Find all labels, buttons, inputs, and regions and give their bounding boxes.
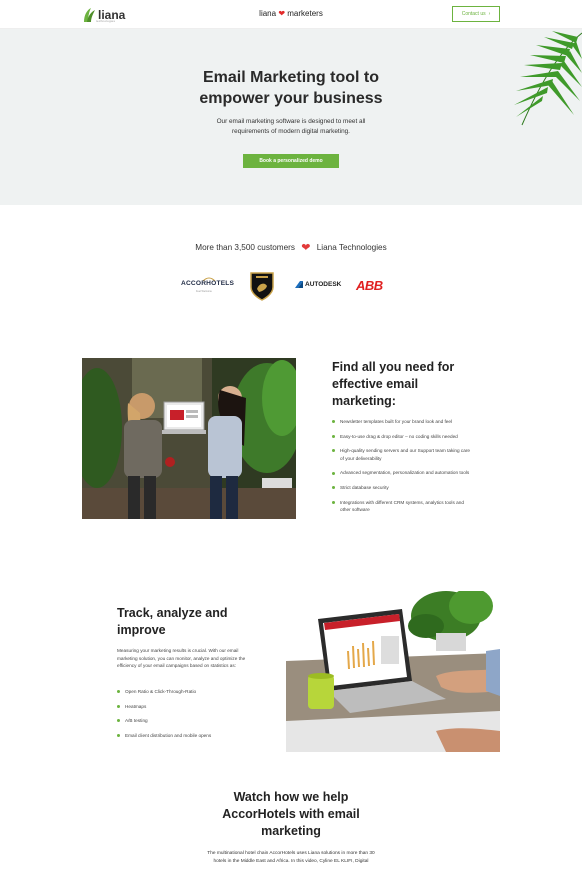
- logo-subtext: technologies: [96, 19, 116, 23]
- laptop-analytics-photo: [286, 591, 500, 752]
- client-logos: ACCORHOTELS Feel Welcome AUTODESK ABB: [0, 270, 582, 304]
- feature1-title-line-3: marketing:: [332, 394, 396, 408]
- feature1-title-line-1: Find all you need for: [332, 360, 455, 374]
- feature2-list: Open Ratio & Click-Through-Ratio Heatmap…: [117, 688, 257, 746]
- video-title-line-1: Watch how we help: [233, 790, 349, 804]
- list-item: Email client distribution and mobile ope…: [117, 732, 257, 740]
- autodesk-logo: AUTODESK: [295, 281, 341, 288]
- hero-title: Email Marketing tool to empower your bus…: [0, 67, 582, 109]
- list-item: Advanced segmentation, personalization a…: [332, 469, 472, 477]
- hero-subtitle: Our email marketing software is designed…: [0, 117, 582, 136]
- video-title-line-2: AccorHotels with email: [222, 807, 360, 821]
- hero-subtitle-line-2: requirements of modern digital marketing…: [232, 127, 350, 135]
- autodesk-text: AUTODESK: [305, 281, 342, 288]
- abb-logo: ABB: [356, 278, 383, 293]
- video-section-description: The multinational hotel chain AccorHotel…: [0, 850, 582, 866]
- heart-icon: ❤: [278, 9, 286, 18]
- office-women-laptop-photo: [82, 358, 296, 519]
- hero-title-line-2: empower your business: [199, 90, 383, 107]
- brand-left: liana: [259, 9, 277, 18]
- accorhotels-tagline: Feel Welcome: [196, 290, 212, 293]
- feature2-title: Track, analyze and improve: [117, 605, 257, 639]
- video-title-line-3: marketing: [261, 824, 321, 838]
- brand-right: marketers: [287, 9, 323, 18]
- list-item: Strict database security: [332, 484, 472, 492]
- heart-icon: ❤: [301, 242, 311, 254]
- chevron-right-icon: ›: [488, 11, 491, 17]
- feature1-title-line-2: effective email: [332, 377, 419, 391]
- customers-tagline: More than 3,500 customers ❤ Liana Techno…: [0, 241, 582, 254]
- video-section-title: Watch how we help AccorHotels with email…: [0, 789, 582, 840]
- video-body-line-1: The multinational hotel chain AccorHotel…: [207, 851, 375, 856]
- hero-section: Email Marketing tool to empower your bus…: [0, 29, 582, 205]
- feature2-title-line-1: Track, analyze and: [117, 606, 228, 620]
- accorhotels-logo: ACCORHOTELS: [181, 280, 235, 287]
- hero-title-line-1: Email Marketing tool to: [202, 69, 379, 86]
- feature2-title-line-2: improve: [117, 623, 166, 637]
- list-item: Easy-to-use drag & drop editor – no codi…: [332, 433, 472, 441]
- customers-count-text: More than 3,500 customers: [195, 243, 295, 252]
- site-header: liana technologies liana ❤ marketers Con…: [0, 0, 582, 29]
- lamborghini-shield-icon: [250, 272, 274, 301]
- book-demo-button[interactable]: Book a personalized demo: [243, 154, 339, 168]
- list-item: Open Ratio & Click-Through-Ratio: [117, 688, 257, 696]
- hero-subtitle-line-1: Our email marketing software is designed…: [216, 118, 366, 125]
- contact-us-label: Contact us: [461, 11, 486, 17]
- customers-company-text: Liana Technologies: [316, 243, 387, 252]
- feature1-title: Find all you need for effective email ma…: [332, 359, 482, 410]
- video-body-line-2: hotels in the Middle East and Africa. In…: [213, 859, 369, 864]
- autodesk-a-icon: [295, 281, 303, 288]
- list-item: Newsletter templates built for your bran…: [332, 418, 472, 426]
- list-item: Heatmaps: [117, 703, 257, 711]
- feature1-list: Newsletter templates built for your bran…: [332, 418, 472, 521]
- contact-us-button[interactable]: Contact us ›: [452, 6, 500, 22]
- list-item: A/B testing: [117, 717, 257, 725]
- list-item: Integrations with different CRM systems,…: [332, 499, 472, 514]
- feature2-description: Measuring your marketing results is cruc…: [117, 648, 246, 669]
- list-item: High-quality sending servers and our Sup…: [332, 447, 472, 462]
